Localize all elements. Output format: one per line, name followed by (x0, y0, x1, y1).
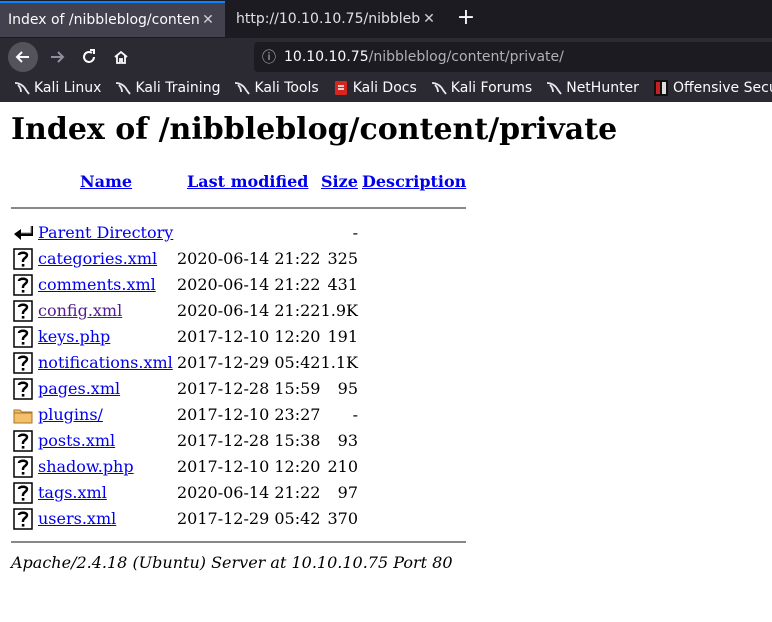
page-title: Index of /nibbleblog/content/private (11, 112, 618, 147)
offsec-icon (653, 80, 668, 96)
bookmark-kali-forums[interactable]: Kali Forums (431, 80, 532, 96)
url-bar[interactable]: ⓘ 10.10.10.75/nibbleblog/content/private… (254, 42, 772, 72)
size-cell: 97 (337, 483, 358, 502)
unknown-file-icon (13, 430, 33, 452)
kali-dragon-icon (14, 82, 30, 95)
browser-chrome: Index of /nibbleblog/content/ ✕ http://1… (0, 0, 772, 102)
server-signature: Apache/2.4.18 (Ubuntu) Server at 10.10.1… (11, 553, 453, 572)
home-button[interactable] (106, 42, 136, 72)
top-divider (11, 207, 466, 209)
column-header-size[interactable]: Size (321, 172, 358, 191)
bookmark-label: Kali Training (135, 80, 221, 96)
sort-by-size-link[interactable]: Size (321, 172, 358, 191)
kali-dragon-icon (116, 82, 132, 95)
file-link[interactable]: comments.xml (38, 275, 156, 294)
size-cell: - (352, 223, 358, 242)
nav-bar: ⓘ 10.10.10.75/nibbleblog/content/private… (0, 38, 772, 76)
tab-strip: Index of /nibbleblog/content/ ✕ http://1… (0, 0, 772, 38)
parent-directory-link[interactable]: Parent Directory (38, 223, 173, 242)
reload-button[interactable] (74, 42, 104, 72)
reload-icon (83, 49, 95, 63)
bookmark-label: Kali Forums (450, 80, 533, 96)
file-link[interactable]: pages.xml (38, 379, 120, 398)
bookmark-label: NetHunter (566, 80, 639, 96)
bookmark-kali-training[interactable]: Kali Training (115, 80, 220, 96)
back-button[interactable] (8, 42, 38, 72)
sort-by-modified-link[interactable]: Last modified (187, 172, 308, 191)
back-arrow-icon (13, 222, 33, 244)
unknown-file-icon (13, 352, 33, 374)
bookmark-label: Kali Linux (34, 80, 102, 96)
kali-dragon-icon (431, 82, 447, 95)
bookmark-kali-docs[interactable]: Kali Docs (333, 80, 417, 96)
tab-title: Index of /nibbleblog/content/ (8, 12, 199, 28)
forward-arrow-icon (51, 51, 65, 63)
new-tab-icon[interactable]: + (452, 6, 480, 32)
unknown-file-icon (13, 248, 33, 270)
file-link[interactable]: posts.xml (38, 431, 115, 450)
unknown-file-icon (13, 508, 33, 530)
file-link[interactable]: shadow.php (38, 457, 134, 476)
file-link[interactable]: notifications.xml (38, 353, 173, 372)
size-cell: 1.9K (320, 301, 358, 320)
info-icon[interactable]: ⓘ (254, 47, 284, 67)
unknown-file-icon (13, 326, 33, 348)
bookmark-label: Kali Docs (352, 80, 417, 96)
forward-button[interactable] (42, 42, 72, 72)
tab-title: http://10.10.10.75/nibbleblog (236, 11, 420, 27)
bottom-divider (11, 541, 466, 543)
file-link[interactable]: keys.php (38, 327, 110, 346)
tab-active[interactable]: Index of /nibbleblog/content/ ✕ (0, 1, 225, 37)
column-header-modified[interactable]: Last modified (187, 172, 308, 191)
close-tab-icon[interactable]: ✕ (420, 11, 438, 27)
column-header-description[interactable]: Description (362, 172, 466, 191)
close-tab-icon[interactable]: ✕ (199, 12, 217, 28)
bookmark-label: Offensive Security (672, 80, 772, 96)
size-cell: 370 (327, 509, 358, 528)
back-arrow-icon (15, 51, 29, 63)
sort-by-name-link[interactable]: Name (80, 172, 132, 191)
url-host: 10.10.10.75 (284, 49, 369, 65)
size-cell: 93 (337, 431, 358, 450)
home-icon (114, 50, 128, 64)
column-header-name[interactable]: Name (80, 172, 132, 191)
file-link[interactable]: categories.xml (38, 249, 157, 268)
file-link[interactable]: users.xml (38, 509, 116, 528)
file-link[interactable]: tags.xml (38, 483, 107, 502)
size-cell: 431 (327, 275, 358, 294)
size-cell: 1.1K (320, 353, 358, 372)
unknown-file-icon (13, 274, 33, 296)
file-link[interactable]: plugins/ (38, 405, 103, 424)
bookmark-nethunter[interactable]: NetHunter (546, 80, 639, 96)
tab-inactive[interactable]: http://10.10.10.75/nibbleblog ✕ (228, 1, 446, 37)
url-path: /nibbleblog/content/private/ (368, 49, 564, 65)
kali-dragon-icon (235, 82, 251, 95)
sort-by-description-link[interactable]: Description (362, 172, 466, 191)
unknown-file-icon (13, 300, 33, 322)
unknown-file-icon (13, 378, 33, 400)
bookmark-offensive-security[interactable]: Offensive Security (653, 80, 772, 96)
bookmark-kali-linux[interactable]: Kali Linux (14, 80, 101, 96)
size-cell: 95 (337, 379, 358, 398)
folder-icon (13, 404, 33, 426)
kali-dragon-icon (547, 82, 562, 95)
bookmark-label: Kali Tools (254, 80, 319, 96)
unknown-file-icon (13, 482, 33, 504)
size-cell: 210 (327, 457, 358, 476)
bookmark-kali-tools[interactable]: Kali Tools (234, 80, 319, 96)
size-cell: - (352, 405, 358, 424)
size-cell: 191 (327, 327, 358, 346)
unknown-file-icon (13, 456, 33, 478)
bookmarks-toolbar: Kali Linux Kali Training Kali Tools Kali… (0, 76, 772, 100)
size-cell: 325 (327, 249, 358, 268)
kali-docs-icon (334, 81, 347, 95)
page-content: Index of /nibbleblog/content/private Nam… (11, 110, 761, 572)
file-link[interactable]: config.xml (38, 301, 122, 320)
